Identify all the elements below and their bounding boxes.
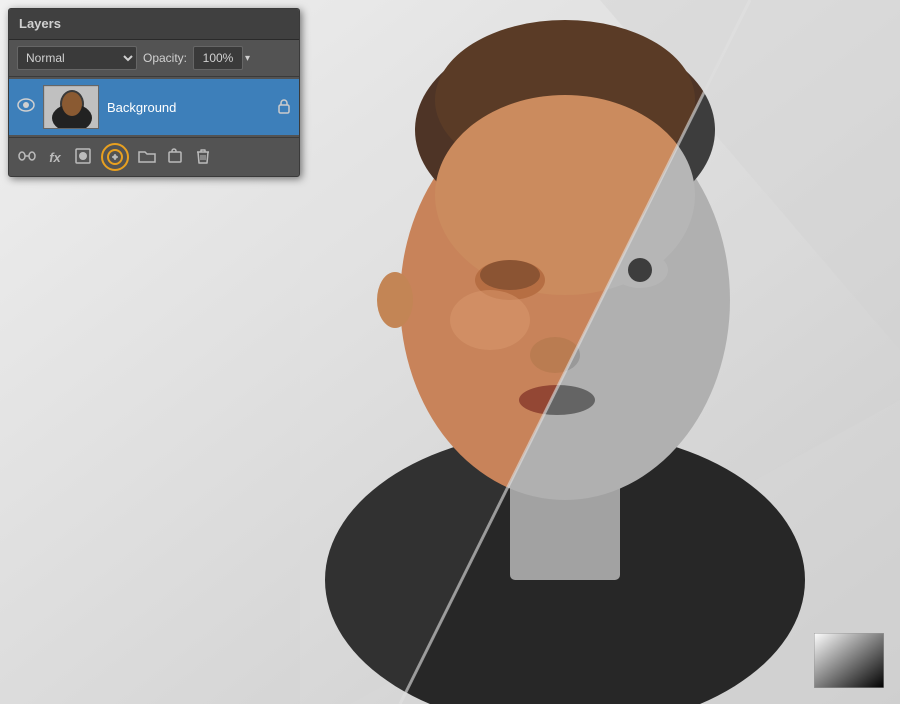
opacity-label: Opacity: bbox=[143, 51, 187, 65]
folder-icon[interactable] bbox=[137, 149, 157, 166]
link-icon[interactable] bbox=[17, 149, 37, 165]
fx-icon[interactable]: fx bbox=[45, 150, 65, 165]
opacity-wrapper: ▾ bbox=[193, 46, 250, 70]
opacity-dropdown-arrow[interactable]: ▾ bbox=[245, 53, 250, 64]
layer-visibility-toggle[interactable] bbox=[17, 98, 35, 117]
layer-name: Background bbox=[107, 100, 269, 115]
layers-panel: Layers NormalDissolveMultiplyScreenOverl… bbox=[8, 8, 300, 177]
panel-title: Layers bbox=[19, 16, 61, 31]
delete-icon[interactable] bbox=[193, 148, 213, 167]
mask-icon[interactable] bbox=[73, 148, 93, 167]
layers-controls: NormalDissolveMultiplyScreenOverlay Opac… bbox=[9, 40, 299, 77]
layer-thumbnail bbox=[43, 85, 99, 129]
layer-item-background[interactable]: Background bbox=[9, 79, 299, 135]
blend-mode-select[interactable]: NormalDissolveMultiplyScreenOverlay bbox=[17, 46, 137, 70]
opacity-input[interactable] bbox=[193, 46, 243, 70]
panel-header: Layers bbox=[9, 9, 299, 40]
color-swatch bbox=[814, 633, 884, 688]
layer-lock-icon bbox=[277, 98, 291, 117]
adjustment-icon[interactable] bbox=[101, 143, 129, 171]
layers-toolbar: fx bbox=[9, 137, 299, 176]
clip-icon[interactable] bbox=[165, 148, 185, 167]
layers-list: Background bbox=[9, 77, 299, 137]
